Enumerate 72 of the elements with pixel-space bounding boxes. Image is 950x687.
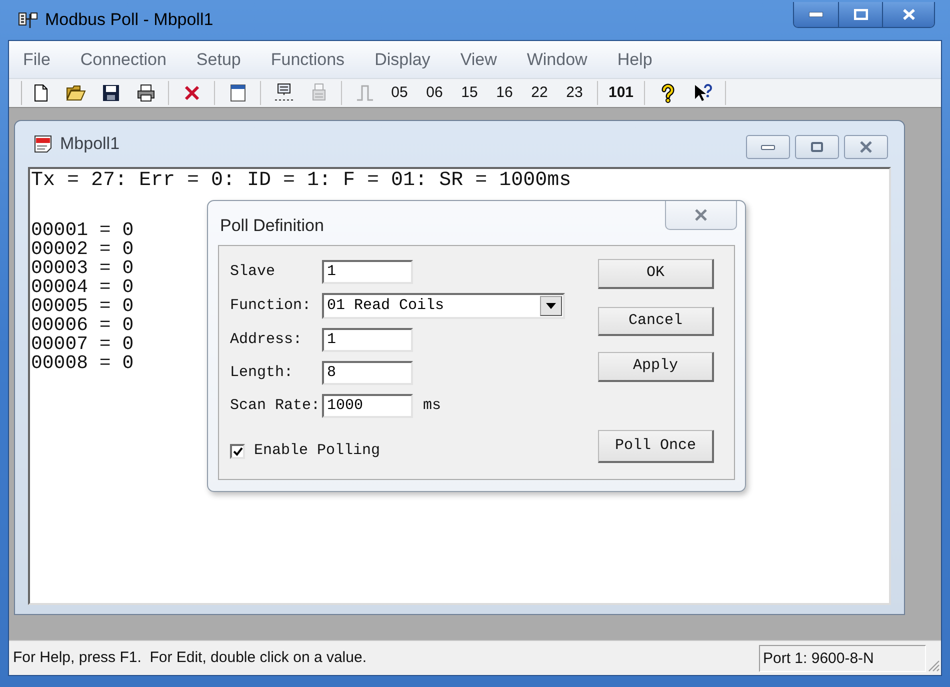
menu-item[interactable]: View bbox=[450, 46, 507, 72]
restore-button[interactable] bbox=[795, 135, 839, 159]
checkbox-label: Enable Polling bbox=[254, 441, 380, 461]
menu-item[interactable]: Display bbox=[364, 46, 440, 72]
dropdown-field[interactable]: 01 Read Coils bbox=[322, 293, 565, 319]
input-field[interactable]: 8 bbox=[322, 361, 413, 385]
check-icon bbox=[232, 446, 242, 456]
menu-item[interactable]: File bbox=[13, 46, 60, 72]
toolbar-button[interactable]: 15 bbox=[452, 80, 487, 106]
menu-item[interactable]: Functions bbox=[260, 46, 355, 72]
status-message: For Help, press F1. For Edit, double click on a value. bbox=[13, 648, 366, 668]
toolbar-button[interactable]: 06 bbox=[417, 80, 452, 106]
menu-item[interactable]: Connection bbox=[70, 46, 176, 72]
computer-icon bbox=[274, 83, 294, 103]
document-title: Mbpoll1 bbox=[60, 133, 120, 156]
toolbar-button[interactable]: 23 bbox=[557, 80, 592, 106]
close-icon bbox=[902, 9, 914, 20]
dialog-title: Poll Definition bbox=[220, 215, 324, 237]
maximize-icon bbox=[854, 9, 868, 20]
input-field[interactable]: 1 bbox=[322, 260, 413, 284]
port-status: Port 1: 9600-8-N bbox=[759, 644, 926, 672]
register-value[interactable]: 00002 = 0 bbox=[31, 240, 134, 259]
register-value[interactable]: 00004 = 0 bbox=[31, 278, 134, 297]
register-value[interactable]: 00006 = 0 bbox=[31, 316, 134, 335]
minimize-icon bbox=[809, 12, 823, 17]
window-icon bbox=[228, 83, 248, 103]
toolbar-button[interactable]: 101 bbox=[603, 80, 639, 106]
menu-item[interactable]: Window bbox=[516, 46, 598, 72]
printer-icon bbox=[136, 83, 156, 103]
menu-item[interactable]: Setup bbox=[186, 46, 251, 72]
folder-icon bbox=[66, 83, 86, 103]
field-label: Slave bbox=[230, 262, 276, 282]
close-icon bbox=[694, 209, 708, 221]
restore-icon bbox=[811, 142, 823, 152]
field-label: Scan Rate: bbox=[230, 396, 322, 416]
minimize-icon bbox=[761, 144, 775, 150]
dialog-button[interactable]: OK bbox=[598, 259, 714, 289]
register-value[interactable]: 00007 = 0 bbox=[31, 335, 134, 354]
toolbar-button[interactable]: 16 bbox=[487, 80, 522, 106]
field-label: Length: bbox=[230, 362, 294, 383]
resize-grip-icon[interactable] bbox=[928, 660, 940, 672]
field-label: Function: bbox=[230, 296, 312, 316]
register-value[interactable]: 00005 = 0 bbox=[31, 297, 134, 316]
document-icon bbox=[33, 134, 53, 154]
dialog-button[interactable]: Poll Once bbox=[598, 430, 714, 463]
close-button[interactable] bbox=[844, 135, 888, 159]
dialog-button[interactable]: Apply bbox=[598, 352, 714, 382]
checkbox[interactable] bbox=[230, 444, 245, 459]
square-wave-icon bbox=[354, 83, 374, 103]
maximize-button[interactable] bbox=[839, 2, 883, 27]
window-title: Modbus Poll - Mbpoll1 bbox=[45, 9, 214, 31]
toolbar-button[interactable]: 05 bbox=[382, 80, 417, 106]
unit-label: ms bbox=[423, 396, 442, 416]
pointer-help-icon bbox=[692, 83, 712, 103]
caret-down-icon bbox=[546, 303, 556, 309]
poll-status-line: Tx = 27: Err = 0: ID = 1: F = 01: SR = 1000ms bbox=[31, 171, 572, 191]
toolbar-button[interactable]: 22 bbox=[522, 80, 557, 106]
close-icon bbox=[859, 141, 873, 153]
dropdown-button[interactable] bbox=[540, 296, 562, 316]
minimize-button[interactable] bbox=[746, 135, 790, 159]
field-label: Address: bbox=[230, 330, 304, 350]
input-field[interactable]: 1000 bbox=[322, 394, 413, 418]
register-value[interactable]: 00008 = 0 bbox=[31, 354, 134, 373]
input-field[interactable]: 1 bbox=[322, 328, 413, 352]
register-value[interactable]: 00003 = 0 bbox=[31, 259, 134, 278]
app-icon bbox=[18, 10, 38, 30]
close-button[interactable] bbox=[665, 201, 737, 230]
close-button[interactable] bbox=[883, 2, 934, 27]
minimize-button[interactable] bbox=[794, 2, 839, 27]
dialog-button[interactable]: Cancel bbox=[598, 307, 714, 336]
menu-item[interactable]: Help bbox=[607, 46, 662, 72]
register-value[interactable]: 00001 = 0 bbox=[31, 221, 134, 240]
